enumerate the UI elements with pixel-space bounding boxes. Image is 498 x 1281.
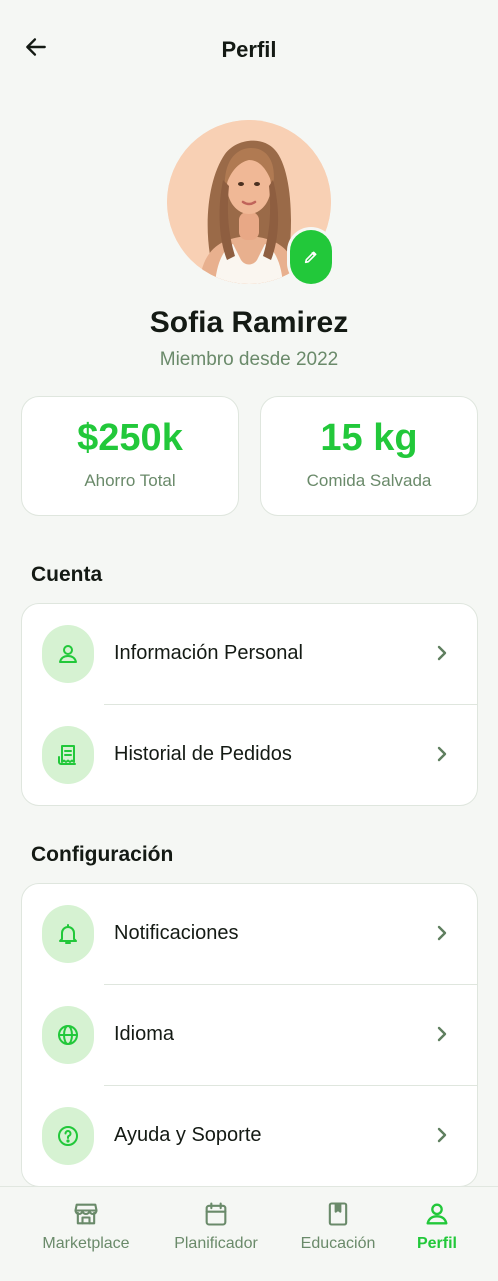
edit-avatar-button[interactable] xyxy=(290,230,332,284)
settings-card: Notificaciones Idioma Ayuda y Soporte xyxy=(21,883,478,1187)
pencil-icon xyxy=(304,251,317,264)
avatar-container xyxy=(167,120,332,284)
chevron-right-icon xyxy=(435,743,449,765)
bottom-tab-bar: Marketplace Planificador Educación Perfi… xyxy=(0,1186,498,1281)
section-title-settings: Configuración xyxy=(31,843,174,866)
chevron-right-icon xyxy=(435,922,449,944)
stat-label: Comida Salvada xyxy=(306,471,432,490)
member-since: Miembro desde 2022 xyxy=(159,349,339,370)
person-icon xyxy=(423,1199,451,1229)
menu-item-label: Información Personal xyxy=(114,642,303,664)
tab-label: Planificador xyxy=(174,1235,258,1252)
menu-item-label: Historial de Pedidos xyxy=(114,743,292,765)
tab-education[interactable]: Educación xyxy=(290,1187,386,1281)
menu-item-language[interactable]: Idioma xyxy=(22,985,477,1085)
account-card: Información Personal Historial de Pedido… xyxy=(21,603,478,806)
menu-item-personal-info[interactable]: Información Personal xyxy=(22,604,477,704)
menu-item-label: Notificaciones xyxy=(114,922,239,944)
page-title: Perfil xyxy=(221,37,277,62)
section-title-account: Cuenta xyxy=(31,563,103,586)
menu-item-label: Idioma xyxy=(114,1023,175,1045)
stat-value: $250k xyxy=(77,417,183,459)
profile-name: Sofia Ramirez xyxy=(149,306,349,339)
menu-item-label: Ayuda y Soporte xyxy=(114,1124,262,1146)
menu-item-order-history[interactable]: Historial de Pedidos xyxy=(22,705,477,805)
stat-value: 15 kg xyxy=(320,417,418,459)
calendar-icon xyxy=(202,1199,230,1229)
tab-marketplace[interactable]: Marketplace xyxy=(38,1187,134,1281)
receipt-icon xyxy=(42,726,94,784)
book-icon xyxy=(324,1199,352,1229)
globe-icon xyxy=(42,1006,94,1064)
menu-item-notifications[interactable]: Notificaciones xyxy=(22,884,477,984)
chevron-right-icon xyxy=(435,642,449,664)
help-icon xyxy=(42,1107,94,1165)
menu-item-help-support[interactable]: Ayuda y Soporte xyxy=(22,1086,477,1186)
stat-label: Ahorro Total xyxy=(84,471,176,490)
person-icon xyxy=(42,625,94,683)
bell-icon xyxy=(42,905,94,963)
tab-profile[interactable]: Perfil xyxy=(400,1187,474,1281)
tab-label: Marketplace xyxy=(42,1235,130,1252)
stat-card-savings: $250k Ahorro Total xyxy=(21,396,239,516)
header: Perfil xyxy=(0,0,498,100)
stat-card-food-saved: 15 kg Comida Salvada xyxy=(260,396,478,516)
store-icon xyxy=(72,1199,100,1229)
tab-planner[interactable]: Planificador xyxy=(168,1187,264,1281)
tab-label: Educación xyxy=(300,1235,376,1252)
chevron-right-icon xyxy=(435,1023,449,1045)
chevron-right-icon xyxy=(435,1124,449,1146)
tab-label: Perfil xyxy=(416,1235,457,1252)
